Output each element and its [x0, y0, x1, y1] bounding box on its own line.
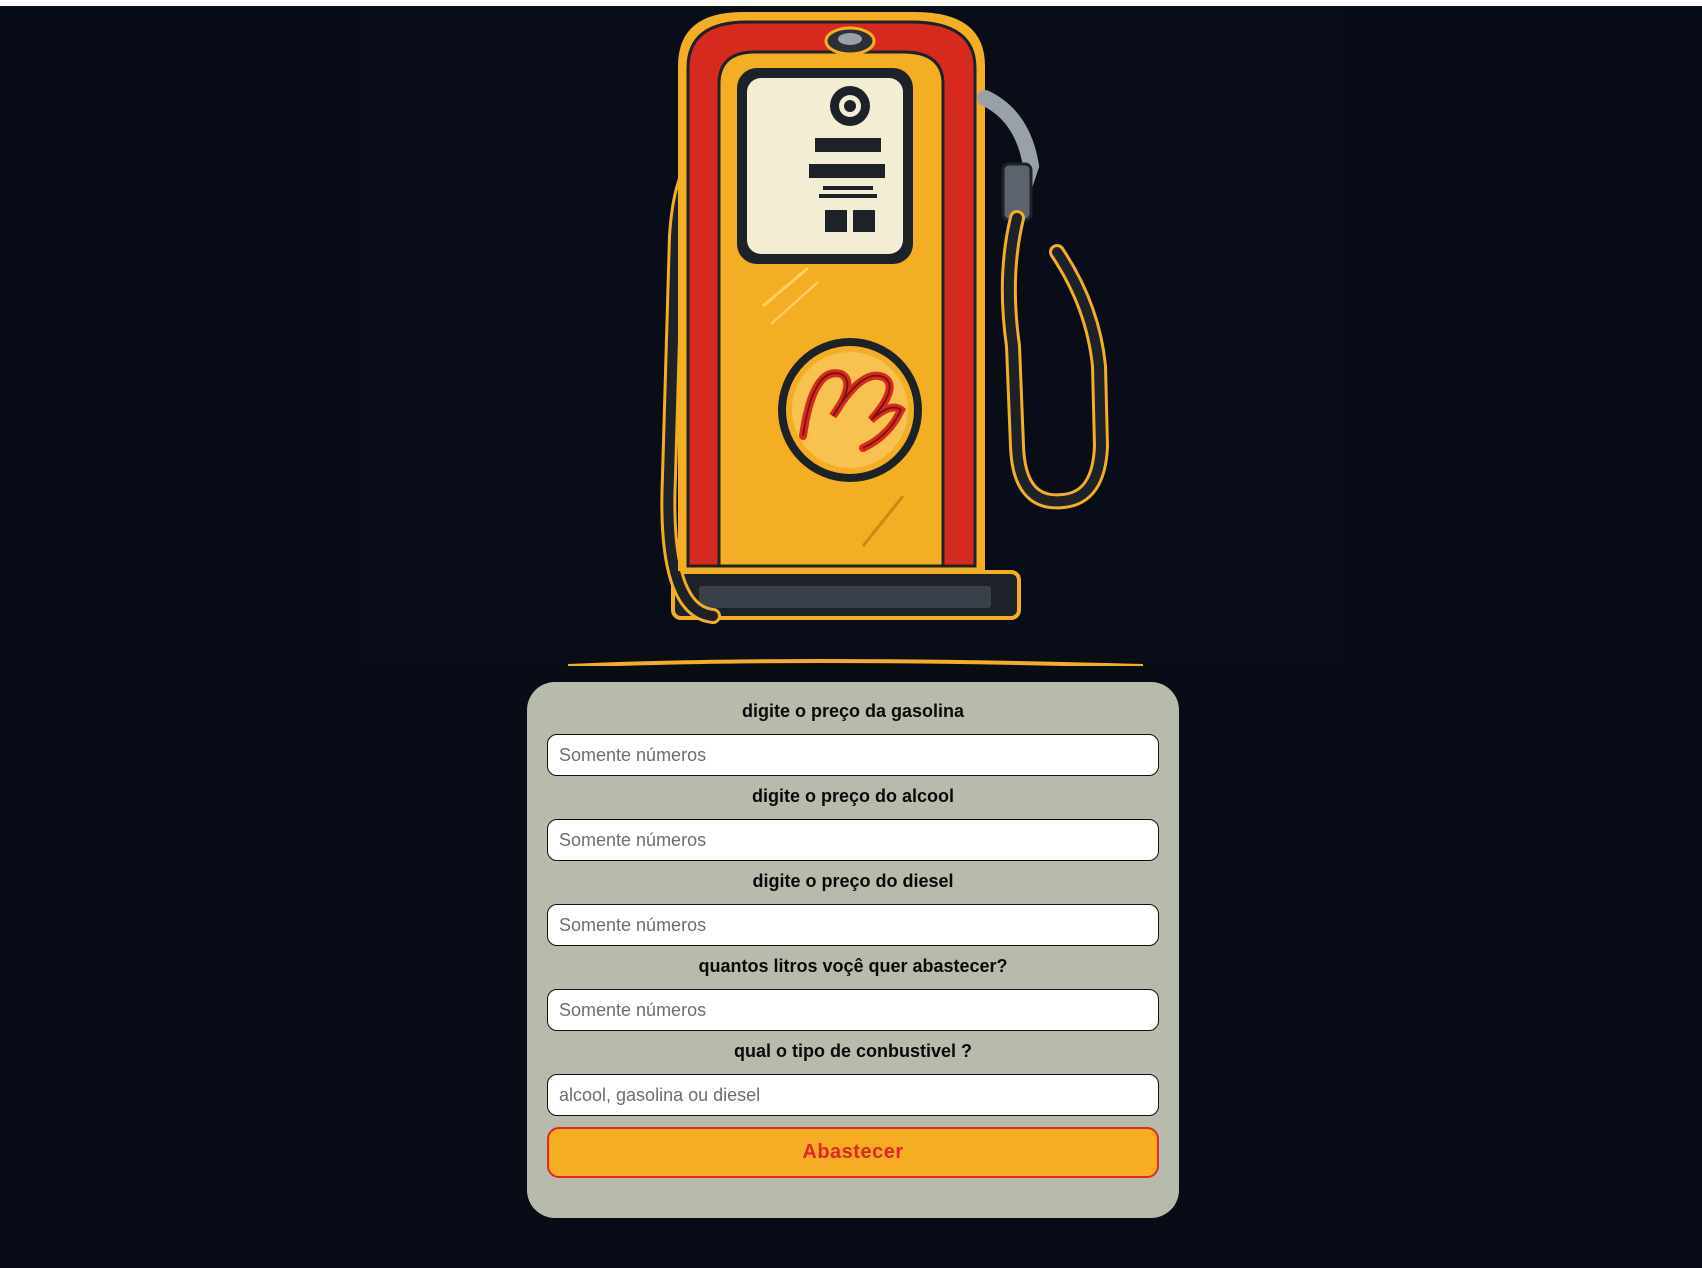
liters-label: quantos litros voçê quer abastecer?	[698, 956, 1008, 976]
hero-image	[363, 6, 1339, 666]
abastecer-button[interactable]: Abastecer	[547, 1127, 1159, 1178]
diesel-price-label: digite o preço do diesel	[752, 871, 954, 891]
alcohol-price-input[interactable]	[547, 819, 1159, 861]
gas-pump-illustration	[567, 12, 1144, 666]
fuel-form-card: digite o preço da gasolina digite o preç…	[527, 682, 1179, 1218]
diesel-price-input[interactable]	[547, 904, 1159, 946]
fuel-type-label: qual o tipo de conbustivel ?	[733, 1041, 972, 1061]
alcohol-price-label: digite o preço do alcool	[751, 786, 955, 806]
fuel-type-input[interactable]	[547, 1074, 1159, 1116]
gasoline-price-label: digite o preço da gasolina	[741, 701, 965, 721]
liters-input[interactable]	[547, 989, 1159, 1031]
gasoline-price-input[interactable]	[547, 734, 1159, 776]
